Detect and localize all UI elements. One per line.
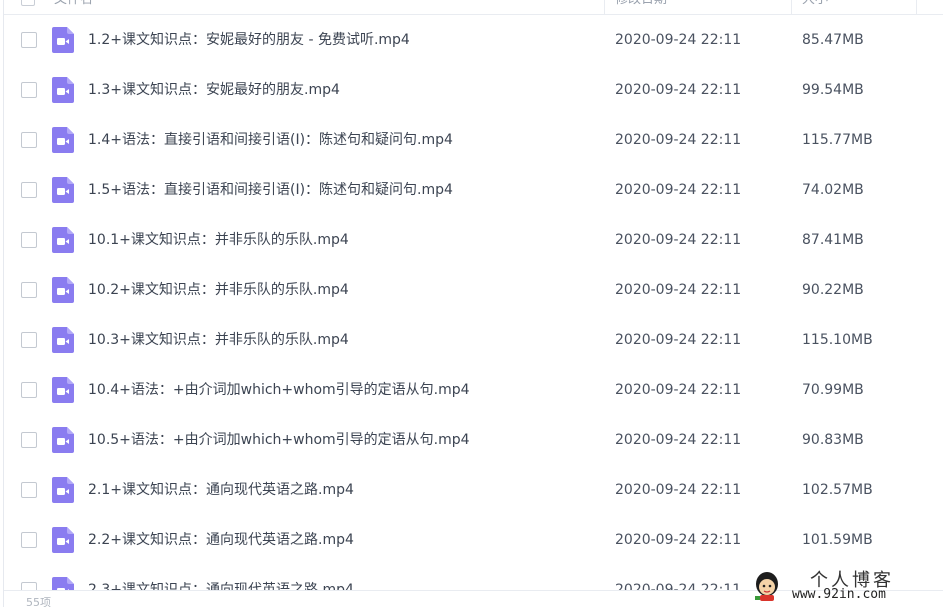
- file-name[interactable]: 10.3+课文知识点：并非乐队的乐队.mp4: [88, 315, 349, 365]
- file-date: 2020-09-24 22:11: [615, 432, 742, 448]
- file-size: 85.47MB: [802, 32, 864, 48]
- file-size: 115.77MB: [802, 132, 873, 148]
- file-size: 74.02MB: [802, 182, 864, 198]
- file-date: 2020-09-24 22:11: [615, 382, 742, 398]
- table-header: 文件名 修改日期 大小: [4, 0, 943, 15]
- select-all-checkbox[interactable]: [21, 0, 35, 6]
- video-file-icon: [52, 377, 74, 403]
- file-size: 90.22MB: [802, 282, 864, 298]
- file-name[interactable]: 10.4+语法：+由介词加which+whom引导的定语从句.mp4: [88, 365, 470, 415]
- file-name[interactable]: 1.2+课文知识点：安妮最好的朋友 - 免费试听.mp4: [88, 15, 410, 65]
- row-checkbox[interactable]: [21, 532, 37, 548]
- row-checkbox[interactable]: [21, 182, 37, 198]
- file-date: 2020-09-24 22:11: [615, 182, 742, 198]
- file-table-body: 1.2+课文知识点：安妮最好的朋友 - 免费试听.mp4 2020-09-24 2…: [4, 15, 943, 607]
- table-row[interactable]: 1.4+语法：直接引语和间接引语(I)：陈述句和疑问句.mp4 2020-09-2…: [4, 115, 943, 165]
- column-divider[interactable]: [916, 0, 917, 14]
- file-name[interactable]: 2.2+课文知识点：通向现代英语之路.mp4: [88, 515, 354, 565]
- row-checkbox[interactable]: [21, 482, 37, 498]
- file-name[interactable]: 1.3+课文知识点：安妮最好的朋友.mp4: [88, 65, 340, 115]
- file-size: 70.99MB: [802, 382, 864, 398]
- file-date: 2020-09-24 22:11: [615, 332, 742, 348]
- file-date: 2020-09-24 22:11: [615, 132, 742, 148]
- video-file-icon: [52, 277, 74, 303]
- video-file-icon: [52, 27, 74, 53]
- table-row[interactable]: 2.2+课文知识点：通向现代英语之路.mp4 2020-09-24 22:11 10…: [4, 515, 943, 565]
- row-checkbox[interactable]: [21, 132, 37, 148]
- name-column-header[interactable]: 文件名: [54, 0, 93, 14]
- row-checkbox[interactable]: [21, 32, 37, 48]
- watermark: 个人博客 www.92in.com: [748, 566, 943, 607]
- file-size: 102.57MB: [802, 482, 873, 498]
- file-date: 2020-09-24 22:11: [615, 282, 742, 298]
- file-name[interactable]: 10.1+课文知识点：并非乐队的乐队.mp4: [88, 215, 349, 265]
- video-file-icon: [52, 477, 74, 503]
- video-file-icon: [52, 527, 74, 553]
- table-row[interactable]: 10.5+语法：+由介词加which+whom引导的定语从句.mp4 2020-0…: [4, 415, 943, 465]
- file-date: 2020-09-24 22:11: [615, 482, 742, 498]
- table-row[interactable]: 1.2+课文知识点：安妮最好的朋友 - 免费试听.mp4 2020-09-24 2…: [4, 15, 943, 65]
- file-date: 2020-09-24 22:11: [615, 532, 742, 548]
- row-checkbox[interactable]: [21, 332, 37, 348]
- column-divider[interactable]: [604, 0, 605, 14]
- file-name[interactable]: 1.4+语法：直接引语和间接引语(I)：陈述句和疑问句.mp4: [88, 115, 453, 165]
- table-row[interactable]: 2.1+课文知识点：通向现代英语之路.mp4 2020-09-24 22:11 10…: [4, 465, 943, 515]
- file-name[interactable]: 2.1+课文知识点：通向现代英语之路.mp4: [88, 465, 354, 515]
- file-size: 101.59MB: [802, 532, 873, 548]
- file-date: 2020-09-24 22:11: [615, 32, 742, 48]
- table-row[interactable]: 1.5+语法：直接引语和间接引语(I)：陈述句和疑问句.mp4 2020-09-2…: [4, 165, 943, 215]
- row-checkbox[interactable]: [21, 282, 37, 298]
- file-size: 87.41MB: [802, 232, 864, 248]
- file-name[interactable]: 10.2+课文知识点：并非乐队的乐队.mp4: [88, 265, 349, 315]
- row-checkbox[interactable]: [21, 432, 37, 448]
- file-list-window: 文件名 修改日期 大小 1.2+课文知识点：安妮最好的朋友 - 免费试听.mp4…: [0, 0, 943, 607]
- video-file-icon: [52, 227, 74, 253]
- file-size: 90.83MB: [802, 432, 864, 448]
- file-name[interactable]: 10.5+语法：+由介词加which+whom引导的定语从句.mp4: [88, 415, 470, 465]
- table-row[interactable]: 10.2+课文知识点：并非乐队的乐队.mp4 2020-09-24 22:11 90…: [4, 265, 943, 315]
- table-row[interactable]: 10.1+课文知识点：并非乐队的乐队.mp4 2020-09-24 22:11 87…: [4, 215, 943, 265]
- video-file-icon: [52, 327, 74, 353]
- mascot-logo: [755, 572, 778, 601]
- date-column-header[interactable]: 修改日期: [615, 0, 667, 14]
- video-file-icon: [52, 177, 74, 203]
- watermark-url: www.92in.com: [792, 587, 886, 602]
- size-column-header[interactable]: 大小: [802, 0, 828, 14]
- table-row[interactable]: 10.3+课文知识点：并非乐队的乐队.mp4 2020-09-24 22:11 11…: [4, 315, 943, 365]
- table-row[interactable]: 1.3+课文知识点：安妮最好的朋友.mp4 2020-09-24 22:11 99.…: [4, 65, 943, 115]
- row-checkbox[interactable]: [21, 232, 37, 248]
- file-date: 2020-09-24 22:11: [615, 232, 742, 248]
- table-row[interactable]: 10.4+语法：+由介词加which+whom引导的定语从句.mp4 2020-0…: [4, 365, 943, 415]
- file-size: 99.54MB: [802, 82, 864, 98]
- video-file-icon: [52, 427, 74, 453]
- item-count: 55项: [26, 596, 51, 607]
- column-divider[interactable]: [791, 0, 792, 14]
- file-size: 115.10MB: [802, 332, 873, 348]
- video-file-icon: [52, 127, 74, 153]
- file-name[interactable]: 1.5+语法：直接引语和间接引语(I)：陈述句和疑问句.mp4: [88, 165, 453, 215]
- file-date: 2020-09-24 22:11: [615, 82, 742, 98]
- row-checkbox[interactable]: [21, 82, 37, 98]
- row-checkbox[interactable]: [21, 382, 37, 398]
- video-file-icon: [52, 77, 74, 103]
